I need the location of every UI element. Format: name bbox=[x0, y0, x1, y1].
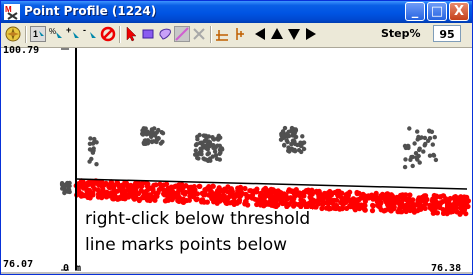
x-max-label: 76.38 bbox=[431, 263, 462, 274]
select-point-icon[interactable]: 1 bbox=[30, 26, 46, 42]
remove-point-icon[interactable]: - bbox=[82, 26, 98, 42]
delete-x-icon[interactable] bbox=[191, 26, 207, 42]
arrow-down-icon[interactable] bbox=[286, 26, 302, 42]
svg-text:+: + bbox=[66, 26, 71, 35]
svg-text:%: % bbox=[49, 27, 56, 36]
toolbar-separator bbox=[25, 26, 27, 43]
maximize-button[interactable]: □ bbox=[427, 2, 447, 21]
toolbar: 1 % + - Step% 95 bbox=[1, 23, 472, 48]
close-button[interactable]: X bbox=[449, 2, 469, 21]
arrow-up-icon[interactable] bbox=[269, 26, 285, 42]
y-min-label: 76.07 bbox=[3, 259, 34, 270]
app-icon: M bbox=[4, 4, 20, 20]
step-label: Step% bbox=[381, 27, 421, 40]
threshold-horizontal-icon[interactable] bbox=[214, 26, 230, 42]
title-bar[interactable]: M Point Profile (1224) _ □ X bbox=[1, 1, 472, 23]
caption-line-1: right-click below threshold bbox=[83, 209, 313, 229]
minimize-icon: _ bbox=[411, 4, 419, 19]
toolbar-separator bbox=[210, 26, 212, 43]
toolbar-separator bbox=[119, 26, 121, 43]
profile-plot[interactable]: 100.79 76.07 0 m 76.38 right-click below… bbox=[1, 45, 472, 274]
window-title: Point Profile (1224) bbox=[24, 4, 157, 18]
compass-tool-icon[interactable] bbox=[5, 26, 21, 42]
point-profile-window: M Point Profile (1224) _ □ X 1 % + - Ste… bbox=[0, 0, 473, 275]
svg-text:-: - bbox=[83, 26, 86, 35]
arrow-tool-icon[interactable] bbox=[123, 26, 139, 42]
caption-line-2: line marks points below bbox=[83, 235, 290, 255]
rectangle-select-icon[interactable] bbox=[140, 26, 156, 42]
close-icon: X bbox=[453, 4, 465, 19]
lasso-select-icon[interactable] bbox=[157, 26, 173, 42]
y-max-label: 100.79 bbox=[3, 45, 40, 56]
threshold-vertical-icon[interactable] bbox=[231, 26, 247, 42]
minimize-button[interactable]: _ bbox=[405, 2, 425, 21]
arrow-left-icon[interactable] bbox=[252, 26, 268, 42]
arrow-right-icon[interactable] bbox=[303, 26, 319, 42]
step-input[interactable]: 95 bbox=[433, 25, 461, 42]
add-point-icon[interactable]: % bbox=[48, 26, 64, 42]
maximize-icon: □ bbox=[430, 4, 444, 19]
clear-icon[interactable] bbox=[100, 26, 116, 42]
line-draw-icon[interactable] bbox=[174, 26, 190, 42]
add-selection-icon[interactable]: + bbox=[65, 26, 81, 42]
x-min-label: 0 m bbox=[63, 263, 82, 274]
svg-text:1: 1 bbox=[33, 29, 38, 39]
